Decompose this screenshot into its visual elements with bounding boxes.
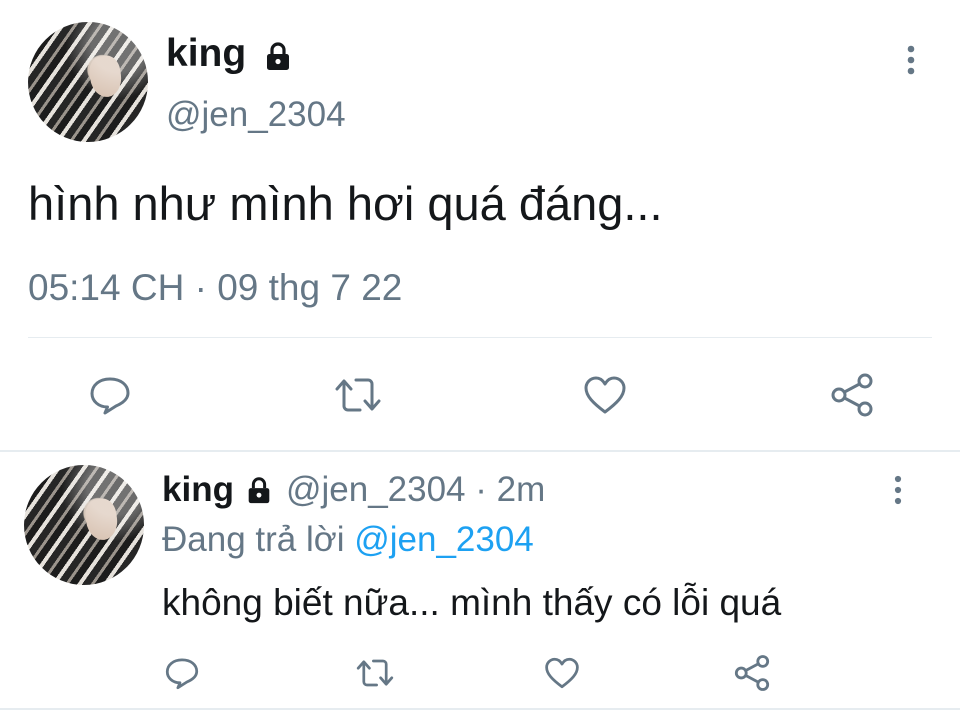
- share-icon[interactable]: [826, 370, 878, 420]
- reply-share-icon[interactable]: [730, 652, 774, 694]
- reply-header: king @jen_2304 · 2m: [162, 468, 545, 512]
- reply-handle-time[interactable]: @jen_2304 · 2m: [286, 470, 545, 510]
- reply-retweet-icon[interactable]: [352, 652, 398, 694]
- divider: [28, 337, 932, 338]
- replying-to-handle-link[interactable]: @jen_2304: [354, 520, 534, 559]
- more-vertical-icon[interactable]: [896, 40, 926, 80]
- replying-to-label: Đang trả lời: [162, 520, 345, 559]
- avatar[interactable]: [28, 22, 148, 142]
- avatar-shade: [24, 465, 144, 585]
- reply-icon[interactable]: [84, 370, 136, 420]
- user-handle[interactable]: @jen_2304: [166, 92, 346, 138]
- lock-icon: [244, 475, 274, 505]
- tweet-timestamp[interactable]: 05:14 CH · 09 thg 7 22: [28, 265, 402, 311]
- replying-to: Đang trả lời @jen_2304: [162, 518, 534, 562]
- tweet-text: hình như mình hơi quá đáng...: [28, 177, 663, 230]
- bottom-divider: [0, 708, 960, 710]
- section-divider: [0, 450, 960, 452]
- display-name[interactable]: king: [166, 30, 246, 78]
- lock-icon: [262, 40, 294, 72]
- reply-heart-icon[interactable]: [540, 652, 584, 694]
- heart-icon[interactable]: [578, 370, 632, 420]
- reply-reply-icon[interactable]: [160, 652, 204, 694]
- avatar-shade: [28, 22, 148, 142]
- retweet-icon[interactable]: [330, 370, 386, 420]
- reply-avatar[interactable]: [24, 465, 144, 585]
- reply-text: không biết nữa... mình thấy có lỗi quá: [162, 582, 782, 623]
- reply-display-name[interactable]: king: [162, 470, 234, 510]
- reply-more-vertical-icon[interactable]: [884, 472, 912, 508]
